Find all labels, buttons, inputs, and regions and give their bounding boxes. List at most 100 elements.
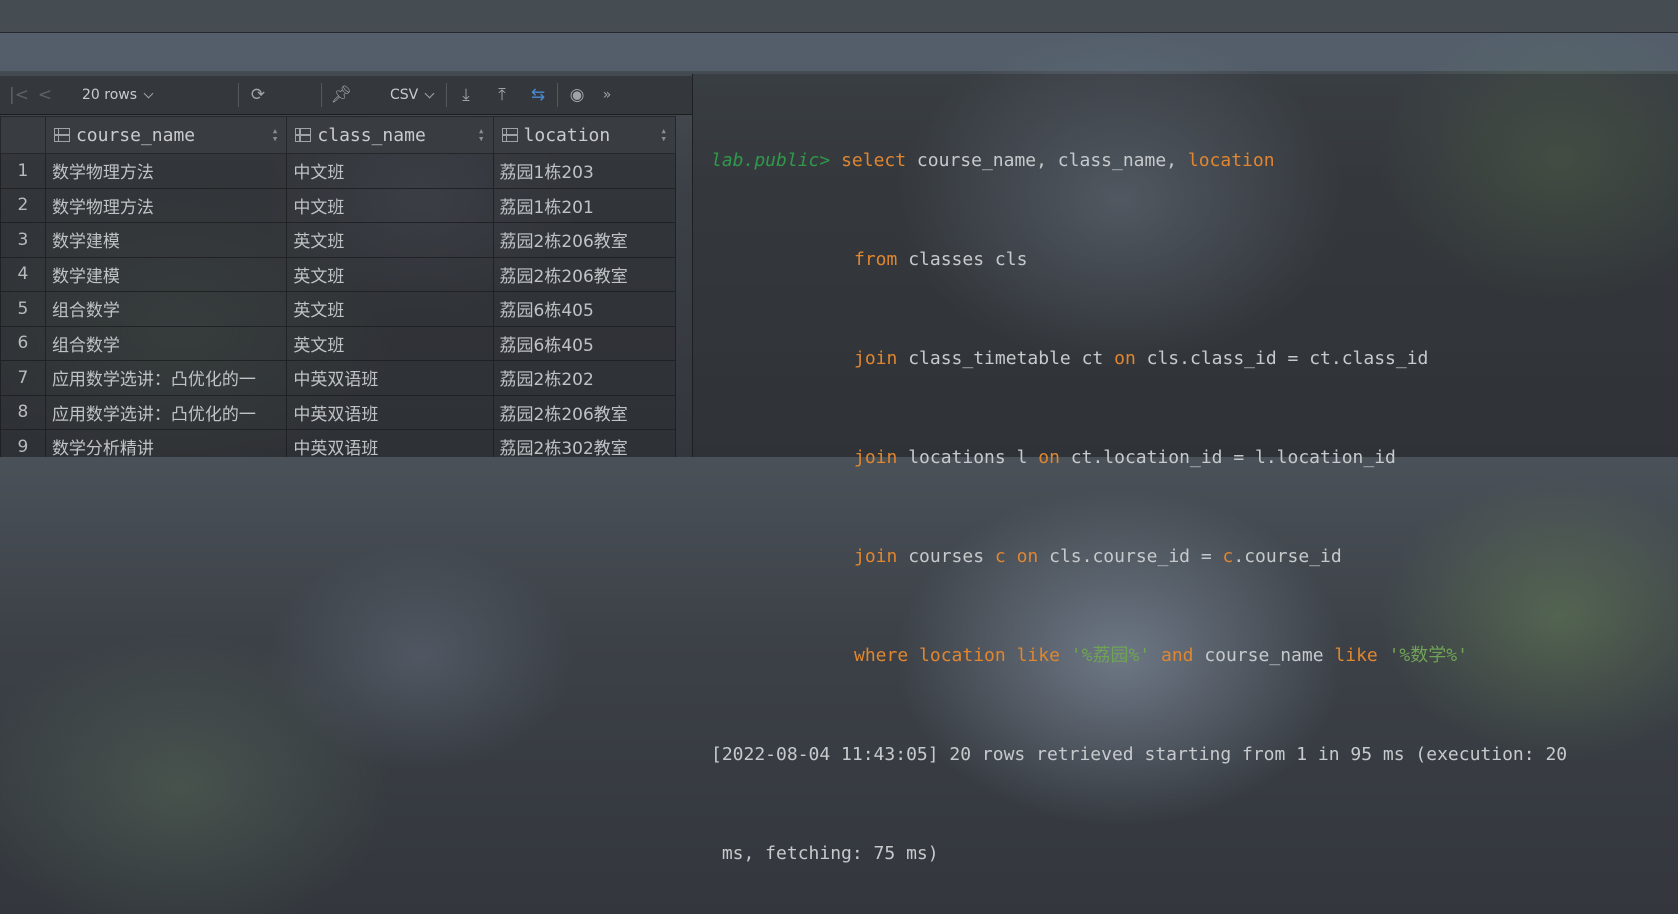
table-row[interactable]: 5 组合数学 英文班 荔园6栋405 [0, 291, 676, 327]
column-header-course-name[interactable]: course_name ▴ ▾ [44, 116, 288, 154]
column-name: course_name [75, 124, 196, 146]
cell-course-name[interactable]: 组合数学 [44, 325, 288, 361]
row-number[interactable]: 4 [0, 256, 46, 292]
export-format-label: CSV [390, 87, 419, 103]
cell-class-name[interactable]: 中文班 [286, 187, 494, 223]
sql-keyword: like [1016, 645, 1060, 666]
cell-location[interactable]: 荔园2栋206教室 [492, 256, 676, 292]
view-icon[interactable]: ◉ [564, 82, 590, 108]
sql-line: where location like '%荔园%' and course_na… [711, 639, 1567, 672]
sql-text: locations l [897, 447, 1039, 468]
sort-icon[interactable]: ▴ ▾ [478, 125, 485, 144]
separator [238, 83, 239, 107]
row-number[interactable]: 1 [0, 153, 46, 189]
sql-line: lab.public> select course_name, class_na… [711, 144, 1567, 177]
cell-class-name[interactable]: 中英双语班 [286, 360, 494, 396]
export-format-dropdown[interactable]: CSV [390, 87, 440, 103]
table-row[interactable]: 1 数学物理方法 中文班 荔园1栋203 [0, 153, 676, 189]
cell-location[interactable]: 荔园2栋206教室 [492, 222, 676, 258]
rows-per-page-dropdown[interactable]: 20 rows [82, 87, 232, 103]
download-icon[interactable]: ⤓ [453, 82, 479, 108]
table-row[interactable]: 4 数学建模 英文班 荔园2栋206教室 [0, 256, 676, 292]
sql-keyword: on [1114, 348, 1136, 369]
cell-location[interactable]: 荔园2栋206教室 [492, 394, 676, 430]
result-grid: course_name ▴ ▾ class_name ▴ ▾ location ▴ ▾ 1数… [0, 116, 676, 457]
console-prompt: lab.public> [711, 150, 831, 171]
column-header-class-name[interactable]: class_name ▴ ▾ [286, 116, 494, 154]
cell-course-name[interactable]: 数学建模 [44, 222, 288, 258]
sort-icon[interactable]: ▴ ▾ [272, 125, 279, 144]
cell-class-name[interactable]: 中英双语班 [286, 394, 494, 430]
cell-location[interactable]: 荔园1栋203 [492, 153, 676, 189]
row-number[interactable]: 8 [0, 394, 46, 430]
cell-class-name[interactable]: 中英双语班 [286, 429, 494, 457]
sql-text: course_name, class_name, [906, 150, 1188, 171]
sql-text: courses [897, 546, 995, 567]
sql-keyword: from [854, 249, 898, 270]
table-row[interactable]: 2 数学物理方法 中文班 荔园1栋201 [0, 187, 676, 223]
table-row[interactable]: 6 组合数学 英文班 荔园6栋405 [0, 325, 676, 361]
sort-icon[interactable]: ▴ ▾ [660, 125, 667, 144]
top-toolbar-strip [0, 0, 1678, 33]
sql-keyword: select [841, 150, 907, 171]
more-icon[interactable]: » [594, 82, 620, 108]
separator [321, 83, 322, 107]
cell-class-name[interactable]: 英文班 [286, 256, 494, 292]
sql-keyword: on [1038, 447, 1060, 468]
cell-location[interactable]: 荔园6栋405 [492, 291, 676, 327]
row-number[interactable]: 6 [0, 325, 46, 361]
query-console[interactable]: lab.public> select course_name, class_na… [692, 74, 1678, 864]
cell-location[interactable]: 荔园6栋405 [492, 325, 676, 361]
row-number[interactable]: 9 [0, 429, 46, 457]
row-number[interactable]: 3 [0, 222, 46, 258]
cell-class-name[interactable]: 英文班 [286, 291, 494, 327]
cell-course-name[interactable]: 数学物理方法 [44, 153, 288, 189]
row-number[interactable]: 2 [0, 187, 46, 223]
rows-label: 20 rows [82, 87, 138, 103]
sql-alias: c [1222, 546, 1234, 567]
sql-line: join courses c on cls.course_id = c.cour… [711, 540, 1567, 573]
compare-icon[interactable]: ⇆ [525, 82, 551, 108]
sql-line: join locations l on ct.location_id = l.l… [711, 441, 1567, 474]
sql-text: classes cls [897, 249, 1028, 270]
upload-icon[interactable]: ⤒ [489, 82, 515, 108]
table-row[interactable]: 8 应用数学选讲：凸优化的一 中英双语班 荔园2栋206教室 [0, 394, 676, 430]
cell-course-name[interactable]: 数学建模 [44, 256, 288, 292]
sql-text: cls.class_id = ct.class_id [1135, 348, 1429, 369]
sql-keyword: like [1334, 645, 1378, 666]
column-name: location [523, 124, 611, 146]
cell-course-name[interactable]: 应用数学选讲：凸优化的一 [44, 360, 288, 396]
cell-location[interactable]: 荔园2栋302教室 [492, 429, 676, 457]
cell-course-name[interactable]: 应用数学选讲：凸优化的一 [44, 394, 288, 430]
sql-line: join class_timetable ct on cls.class_id … [711, 342, 1567, 375]
cell-course-name[interactable]: 数学分析精讲 [44, 429, 288, 457]
table-row[interactable]: 9 数学分析精讲 中英双语班 荔园2栋302教室 [0, 429, 676, 457]
first-page-icon[interactable]: |< [6, 82, 32, 108]
sql-text: cls.course_id = [1038, 546, 1223, 567]
cell-location[interactable]: 荔园1栋201 [492, 187, 676, 223]
result-toolbar: |< < 20 rows ⟳ 📌︎ CSV ⤓ ⤒ ⇆ ◉ » [0, 76, 692, 115]
sql-column: location [919, 645, 1006, 666]
row-number[interactable]: 7 [0, 360, 46, 396]
row-number[interactable]: 5 [0, 291, 46, 327]
tab-strip [0, 33, 1678, 71]
sql-text: course_name [1193, 645, 1335, 666]
cell-class-name[interactable]: 英文班 [286, 222, 494, 258]
pin-icon[interactable]: 📌︎ [328, 82, 354, 108]
sql-keyword: and [1160, 645, 1194, 666]
refresh-icon[interactable]: ⟳ [245, 82, 271, 108]
cell-course-name[interactable]: 数学物理方法 [44, 187, 288, 223]
table-row[interactable]: 3 数学建模 英文班 荔园2栋206教室 [0, 222, 676, 258]
sql-keyword: on [1016, 546, 1039, 567]
sql-editor[interactable]: lab.public> select course_name, class_na… [711, 78, 1567, 914]
table-row[interactable]: 7 应用数学选讲：凸优化的一 中英双语班 荔园2栋202 [0, 360, 676, 396]
sql-keyword: location [1187, 150, 1275, 171]
cell-location[interactable]: 荔园2栋202 [492, 360, 676, 396]
sql-text: class_timetable ct [897, 348, 1115, 369]
column-header-location[interactable]: location ▴ ▾ [492, 116, 676, 154]
cell-class-name[interactable]: 英文班 [286, 325, 494, 361]
prev-page-icon[interactable]: < [32, 82, 58, 108]
sql-line: from classes cls [711, 243, 1567, 276]
cell-course-name[interactable]: 组合数学 [44, 291, 288, 327]
cell-class-name[interactable]: 中文班 [286, 153, 494, 189]
